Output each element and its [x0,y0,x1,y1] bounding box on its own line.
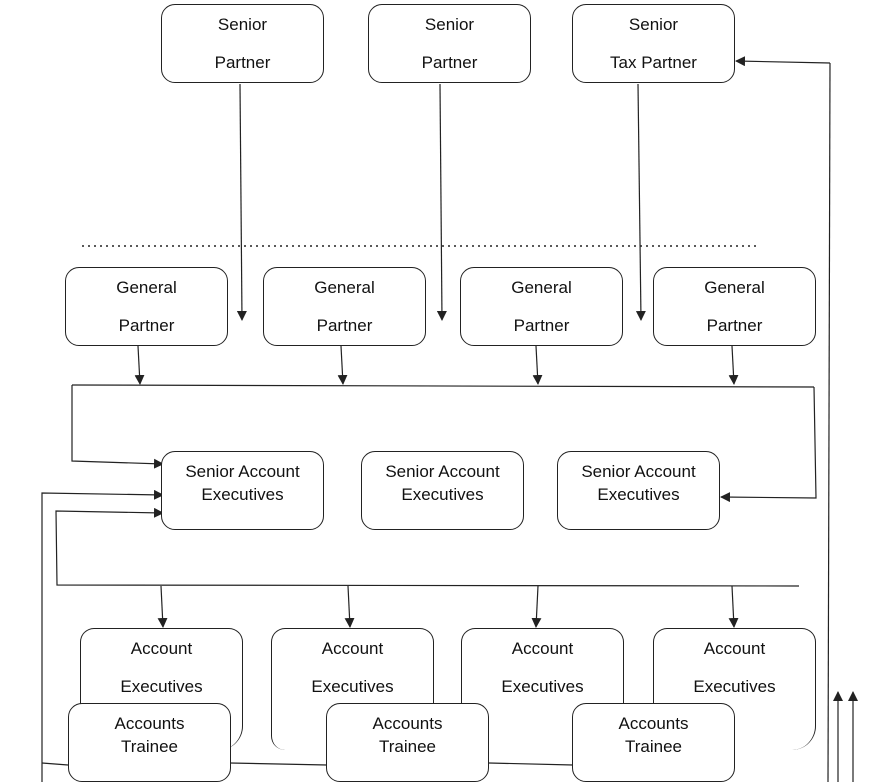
edge-general-partner-2 [337,345,348,385]
node-label-line1: Account [321,639,384,658]
edge-general-partner-4 [728,345,739,385]
edge-bus-left-to-sae1 [71,385,164,469]
edge-senior-tax-partner [635,83,646,321]
node-label-line1: Senior Account [581,462,696,481]
org-chart-canvas: Senior Partner Senior Partner Senior Tax… [0,0,869,782]
node-label-line1: Account [511,639,574,658]
edge-general-partner-3 [532,345,543,385]
node-label-line2: Tax Partner [610,53,697,72]
edge-senior-partner-2 [436,83,447,321]
edge-ae-bus-to-ae4 [728,585,739,628]
node-label-line2: Executives [693,677,776,696]
senior-partner-1: Senior Partner [161,4,324,83]
node-label-line1: Senior [628,15,679,34]
node-label-line2: Executives [597,485,680,504]
node-label-line2: Executives [311,677,394,696]
node-label-line1: Senior [424,15,475,34]
node-label-line1: Account [130,639,193,658]
edge-right-feedback-to-tax-partner [735,56,831,67]
senior-tax-partner: Senior Tax Partner [572,4,735,83]
node-label-line1: General [116,278,177,297]
general-partner-1: General Partner [65,267,228,346]
node-label-line1: Accounts [114,714,185,733]
edge-right-feedback-vertical [827,62,831,782]
edge-trainee-link-left [41,762,69,766]
accounts-trainee-2: Accounts Trainee [326,703,489,782]
node-label-line2: Executives [120,677,203,696]
general-partner-2: General Partner [263,267,426,346]
node-label-line1: Senior Account [185,462,300,481]
node-label-line1: Accounts [618,714,689,733]
node-label-line2: Trainee [120,737,178,756]
edge-ae-bus-to-ae1 [157,585,168,628]
accounts-trainee-3: Accounts Trainee [572,703,735,782]
node-label-line2: Trainee [378,737,436,756]
senior-account-executive-1: Senior Account Executives [161,451,324,530]
node-label-line2: Partner [421,53,478,72]
edge-general-partner-1 [134,345,145,385]
senior-account-executive-3: Senior Account Executives [557,451,720,530]
node-label-line1: Senior [217,15,268,34]
node-label-line1: Senior Account [385,462,500,481]
node-label-line2: Partner [316,316,373,335]
senior-account-executive-2: Senior Account Executives [361,451,524,530]
node-label-line2: Executives [401,485,484,504]
node-label-line2: Partner [706,316,763,335]
general-partner-4: General Partner [653,267,816,346]
node-label-line1: General [314,278,375,297]
node-label-line2: Partner [214,53,271,72]
node-label-line1: General [704,278,765,297]
node-label-line2: Trainee [624,737,682,756]
accounts-trainee-1: Accounts Trainee [68,703,231,782]
node-label-line2: Executives [201,485,284,504]
node-label-line2: Partner [118,316,175,335]
edge-trainee-link-2-3 [488,762,574,766]
node-label-line2: Executives [501,677,584,696]
edge-bus-right-to-sae3 [720,386,817,503]
senior-partner-2: Senior Partner [368,4,531,83]
node-label-line1: Accounts [372,714,443,733]
node-label-line1: General [511,278,572,297]
edge-senior-partner-1 [236,83,247,321]
edge-general-bus [71,384,815,388]
node-label-line2: Partner [513,316,570,335]
edge-ae-bus-to-ae3 [531,585,542,628]
edge-trainee-link-1-2 [229,762,328,766]
node-label-line1: Account [703,639,766,658]
general-partner-3: General Partner [460,267,623,346]
edge-ae-bus-to-ae2 [344,585,355,628]
